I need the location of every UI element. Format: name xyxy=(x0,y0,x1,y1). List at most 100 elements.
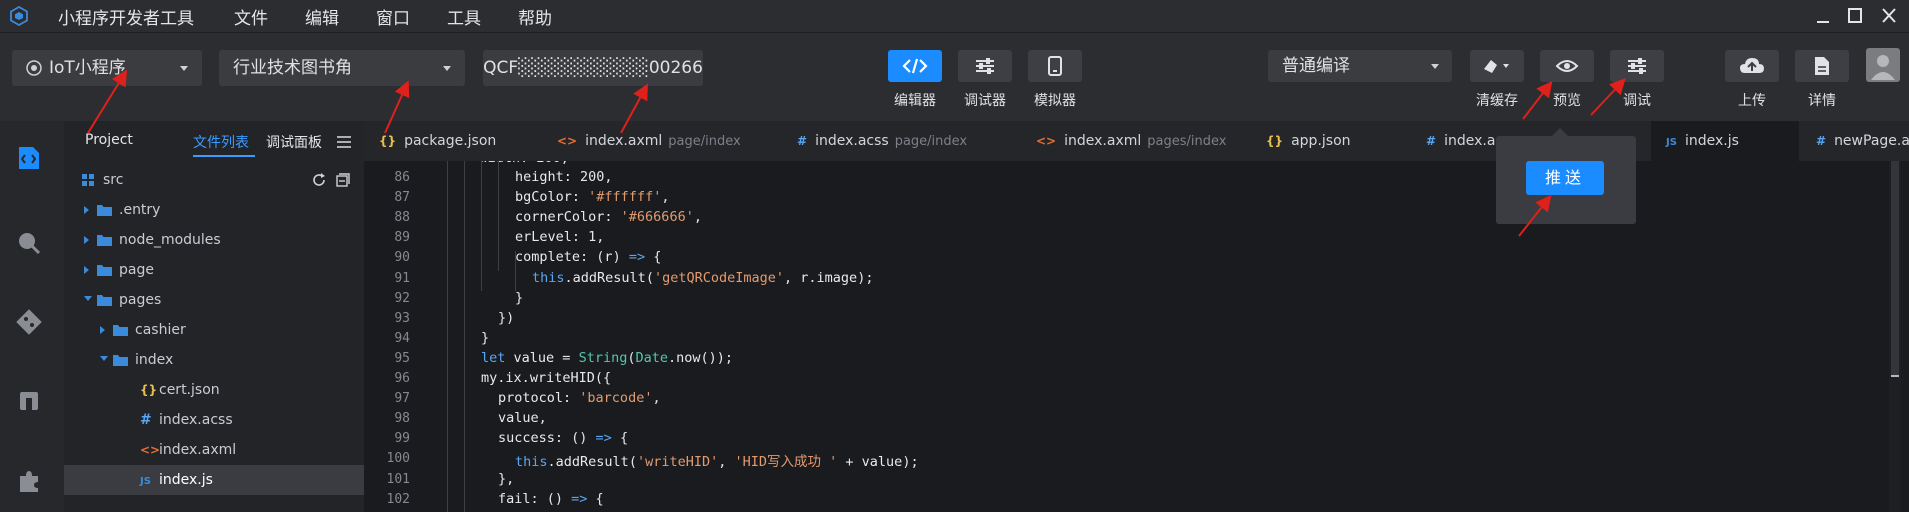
tab-file-list[interactable]: 文件列表 xyxy=(193,132,249,152)
activity-git[interactable] xyxy=(14,307,44,337)
avatar[interactable] xyxy=(1866,48,1900,82)
tab-name: index.axml xyxy=(585,133,663,149)
code-editor[interactable]: width: 200, 86 height: 200, 87 bgColor: '#f… xyxy=(364,161,1909,512)
menu-icon[interactable] xyxy=(336,135,352,149)
activity-extensions[interactable] xyxy=(14,386,44,416)
editor-tab[interactable]: JS index.js xyxy=(1651,121,1799,161)
chevron-right-icon xyxy=(84,266,89,274)
debugger-button[interactable] xyxy=(958,50,1012,82)
tree-item[interactable]: index xyxy=(64,345,364,375)
tree-root[interactable]: src xyxy=(64,165,364,195)
activity-search[interactable] xyxy=(14,228,44,258)
preview-label: 预览 xyxy=(1553,93,1581,109)
project-type-select[interactable]: IoT小程序 xyxy=(12,50,202,86)
activity-editor[interactable] xyxy=(14,143,44,173)
menu-file[interactable]: 文件 xyxy=(234,4,268,29)
editor-tab[interactable]: {} package.json xyxy=(364,121,534,161)
sidebar-tabs: Project 文件列表 调试面板 xyxy=(64,121,364,161)
indent-guide xyxy=(447,161,448,512)
scrollbar[interactable] xyxy=(1889,161,1901,512)
tab-path: page/index xyxy=(894,134,968,149)
iot-icon xyxy=(26,60,42,76)
editor-tab[interactable]: <> index.axml page/index xyxy=(542,121,774,161)
code-icon xyxy=(902,58,928,74)
app-logo-icon xyxy=(10,6,28,26)
menu-help[interactable]: 帮助 xyxy=(518,4,552,29)
line-number: 95 xyxy=(394,350,410,366)
upload-button[interactable] xyxy=(1725,50,1779,82)
json-file-icon: {} xyxy=(140,383,158,397)
tree-item[interactable]: JS index.js xyxy=(64,465,364,495)
editor-button[interactable] xyxy=(888,50,942,82)
tree-item[interactable]: node_modules xyxy=(64,225,364,255)
menu-tools[interactable]: 工具 xyxy=(447,4,481,29)
clear-cache-button[interactable] xyxy=(1470,50,1524,82)
minimize-icon[interactable] xyxy=(1810,4,1836,28)
code-line: }) xyxy=(498,309,515,326)
editor-label: 编辑器 xyxy=(894,93,936,109)
code-line: this.addResult('getQRCodeImage', r.image… xyxy=(532,269,874,286)
tab-name: index.js xyxy=(1684,133,1739,149)
tree-item[interactable]: cashier xyxy=(64,315,364,345)
css-file-icon: # xyxy=(1426,134,1437,148)
code-line: height: 200, xyxy=(515,169,613,185)
code-line: success: () => { xyxy=(498,430,629,447)
menu-edit[interactable]: 编辑 xyxy=(305,4,339,29)
line-number: 89 xyxy=(394,230,410,246)
refresh-icon[interactable] xyxy=(312,173,326,187)
code-line: cornerColor: '#666666', xyxy=(515,209,702,226)
simulator-label: 模拟器 xyxy=(1034,93,1076,109)
push-button[interactable]: 推送 xyxy=(1526,161,1604,195)
menu-window[interactable]: 窗口 xyxy=(376,4,410,29)
tree-item[interactable]: .entry xyxy=(64,195,364,225)
tree-item[interactable]: # index.acss xyxy=(64,405,364,435)
appid-field[interactable]: QCF░░░░░░░░░░00266 xyxy=(483,50,703,86)
scrollbar-thumb[interactable] xyxy=(1891,161,1899,377)
tab-debug-panel[interactable]: 调试面板 xyxy=(266,132,322,152)
editor-tab[interactable]: {} app.json xyxy=(1251,121,1403,161)
code-line: protocol: 'barcode', xyxy=(498,390,661,407)
compile-mode-select[interactable]: 普通编译 xyxy=(1268,50,1452,82)
line-number: 97 xyxy=(394,391,410,407)
editor-tab[interactable]: # newPage.a xyxy=(1801,121,1909,161)
tree-item-label: .entry xyxy=(119,202,161,218)
chevron-down-icon xyxy=(84,296,92,301)
folder-open-icon xyxy=(113,355,128,366)
editor-tab[interactable]: # index.acss page/index xyxy=(782,121,1014,161)
chevron-down-icon xyxy=(443,66,451,71)
app-title: 小程序开发者工具 xyxy=(58,8,194,29)
preview-button[interactable] xyxy=(1540,50,1594,82)
indent-guide xyxy=(498,161,499,271)
tree-item[interactable]: page xyxy=(64,255,364,285)
json-file-icon: {} xyxy=(379,134,397,148)
line-number: 94 xyxy=(394,330,410,346)
maximize-icon[interactable] xyxy=(1842,4,1868,28)
activity-plugins[interactable] xyxy=(14,466,44,496)
css-file-icon: # xyxy=(140,412,152,428)
project-name-select[interactable]: 行业技术图书角 xyxy=(219,50,465,86)
markup-file-icon: <> xyxy=(140,443,161,457)
file-explorer: Project 文件列表 调试面板 src .entry node_modules… xyxy=(64,121,364,512)
scroll-marker xyxy=(1891,375,1899,377)
tree-item-label: cert.json xyxy=(159,382,220,398)
debug-button[interactable] xyxy=(1610,50,1664,82)
code-file-icon xyxy=(19,147,39,169)
collapse-all-icon[interactable] xyxy=(336,173,350,187)
toolbar: IoT小程序 行业技术图书角 QCF░░░░░░░░░░00266 编辑器 调试… xyxy=(0,32,1909,122)
line-number: 90 xyxy=(394,250,410,266)
close-icon[interactable] xyxy=(1876,4,1902,28)
tree-item[interactable]: <> index.axml xyxy=(64,435,364,465)
tree-item[interactable]: pages xyxy=(64,285,364,315)
simulator-button[interactable] xyxy=(1028,50,1082,82)
tree-item[interactable]: {} cert.json xyxy=(64,375,364,405)
tab-name: newPage.a xyxy=(1834,133,1909,149)
tab-project[interactable]: Project xyxy=(85,132,133,148)
chevron-right-icon xyxy=(100,326,105,334)
tab-name: index.a xyxy=(1444,133,1496,149)
code-line: erLevel: 1, xyxy=(515,229,605,246)
editor-tab[interactable]: <> index.axml pages/index xyxy=(1021,121,1245,161)
activity-bar xyxy=(0,121,64,512)
partial-code-line: width: 200, xyxy=(447,161,569,166)
debugger-label: 调试器 xyxy=(964,93,1006,109)
details-button[interactable] xyxy=(1795,50,1849,82)
